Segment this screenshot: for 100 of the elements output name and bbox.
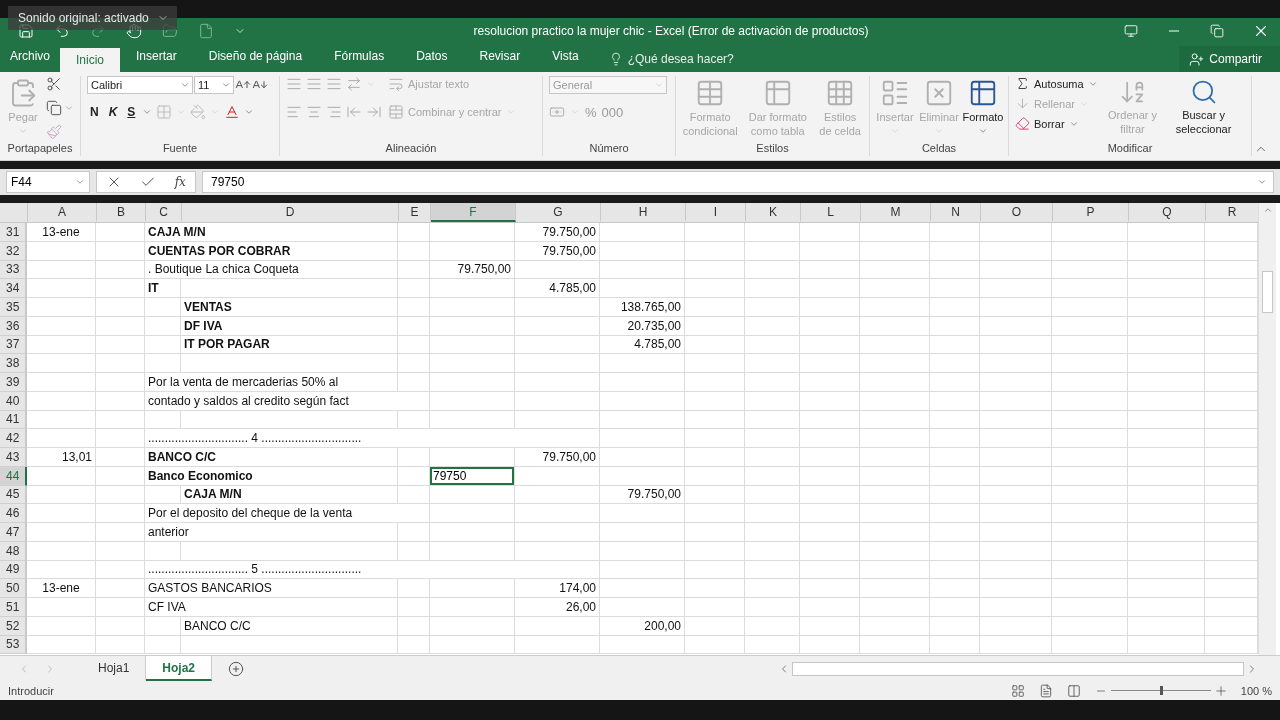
sheet-cell[interactable] [600, 279, 685, 298]
sheet-cell[interactable] [398, 260, 430, 280]
sheet-cell[interactable] [930, 260, 980, 280]
sheet-cell[interactable]: 20.735,00 [600, 316, 685, 336]
sheet-cell[interactable] [930, 523, 980, 542]
sheet-cell[interactable] [800, 410, 860, 430]
sheet-cell[interactable] [1052, 541, 1128, 561]
sheet-cell[interactable] [1128, 223, 1205, 242]
row-header[interactable]: 50 [0, 579, 27, 598]
sheet-cell[interactable] [515, 316, 600, 336]
sheet-cell[interactable] [1052, 560, 1128, 580]
sheet-cell[interactable] [930, 373, 980, 392]
sheet-cell[interactable] [96, 616, 145, 636]
sheet-cell[interactable]: anterior [145, 523, 398, 542]
sheet-cell[interactable] [980, 541, 1052, 561]
sheet-cell[interactable] [398, 485, 430, 505]
sheet-cell[interactable] [860, 523, 930, 542]
sheet-cell[interactable] [430, 635, 515, 655]
sheet-cell[interactable] [930, 391, 980, 411]
sheet-cell[interactable] [430, 223, 515, 242]
sheet-cell[interactable] [27, 354, 96, 373]
formula-input[interactable]: 79750 [202, 171, 1274, 193]
sheet-cell[interactable] [930, 354, 980, 373]
sheet-cell[interactable] [430, 298, 515, 317]
row-header[interactable]: 42 [0, 429, 27, 448]
sheet-cell[interactable] [1052, 241, 1128, 261]
sheet-cell[interactable] [860, 541, 930, 561]
sheet-cell[interactable] [800, 635, 860, 655]
sheet-cell[interactable] [930, 279, 980, 298]
sheet-cell[interactable] [745, 279, 800, 298]
sheet-cell[interactable] [685, 298, 745, 317]
audio-overlay[interactable]: Sonido original: activado [8, 6, 177, 30]
column-header[interactable]: M [861, 203, 931, 222]
sheet-cell[interactable] [181, 541, 398, 561]
sheet-cell[interactable] [860, 560, 930, 580]
sheet-cell[interactable] [600, 466, 685, 486]
sheet-cell[interactable] [1052, 598, 1128, 617]
sheet-cell[interactable] [685, 260, 745, 280]
sheet-cell[interactable] [1128, 635, 1205, 655]
sheet-cell[interactable] [181, 635, 398, 655]
sheet-cell[interactable] [96, 429, 145, 448]
sheet-cell[interactable] [745, 354, 800, 373]
ribbon-tab[interactable]: Archivo [0, 44, 60, 68]
sheet-cell[interactable] [1052, 298, 1128, 317]
sheet-cell[interactable] [145, 335, 181, 355]
share-button[interactable]: Compartir [1179, 46, 1280, 72]
sheet-cell[interactable] [430, 541, 515, 561]
sheet-cell[interactable]: CAJA M/N [181, 485, 398, 505]
sheet-cell[interactable] [745, 410, 800, 430]
sheet-cell[interactable] [430, 448, 515, 467]
sheet-cell[interactable] [930, 335, 980, 355]
sheet-cell[interactable] [980, 335, 1052, 355]
sheet-cell[interactable] [27, 391, 96, 411]
sheet-cell[interactable] [685, 616, 745, 636]
sheet-cell[interactable] [860, 391, 930, 411]
sheet-cell[interactable] [27, 260, 96, 280]
sheet-cell[interactable] [515, 335, 600, 355]
column-header[interactable]: G [516, 203, 601, 222]
sheet-cell[interactable] [430, 335, 515, 355]
sheet-cell[interactable]: IT POR PAGAR [181, 335, 398, 355]
sheet-cell[interactable] [430, 279, 515, 298]
sheet-cell[interactable] [930, 466, 980, 486]
sheet-cell[interactable] [860, 241, 930, 261]
sheet-cell[interactable] [1128, 335, 1205, 355]
sheet-cell[interactable] [860, 316, 930, 336]
sheet-cell[interactable] [1052, 635, 1128, 655]
sheet-cell[interactable] [27, 541, 96, 561]
sheet-cell[interactable] [685, 373, 745, 392]
sheet-cell[interactable] [600, 635, 685, 655]
align-center-icon[interactable] [306, 104, 322, 120]
sheet-cell[interactable] [745, 598, 800, 617]
sheet-cell[interactable] [1052, 354, 1128, 373]
sheet-cell[interactable] [800, 241, 860, 261]
sheet-cell[interactable] [430, 354, 515, 373]
sheet-cell[interactable] [860, 635, 930, 655]
sheet-cell[interactable] [860, 579, 930, 598]
sheet-cell[interactable] [145, 485, 181, 505]
sheet-cell[interactable] [27, 335, 96, 355]
borders-icon[interactable] [156, 104, 173, 120]
sheet-cell[interactable] [860, 260, 930, 280]
sheet-cell[interactable]: 79.750,00 [515, 448, 600, 467]
row-header[interactable]: 47 [0, 523, 27, 542]
sheet-cell[interactable] [1128, 429, 1205, 448]
sheet-cell[interactable] [980, 523, 1052, 542]
sheet-cell[interactable] [1128, 579, 1205, 598]
sheet-cell[interactable] [685, 448, 745, 467]
sheet-cell[interactable] [800, 223, 860, 242]
underline-button[interactable]: S [124, 105, 139, 119]
sheet-cell[interactable] [860, 335, 930, 355]
sheet-cell[interactable] [860, 448, 930, 467]
sheet-cell[interactable] [930, 448, 980, 467]
sheet-cell[interactable] [430, 616, 515, 636]
sheet-cell[interactable] [27, 429, 96, 448]
normal-view-icon[interactable] [1010, 683, 1025, 698]
row-header[interactable]: 46 [0, 504, 27, 523]
sheet-cell[interactable] [745, 391, 800, 411]
sheet-cell[interactable] [685, 354, 745, 373]
sheet-cell[interactable] [398, 223, 430, 242]
cells-button[interactable]: Formato [964, 76, 1002, 136]
sheet-cell[interactable] [860, 410, 930, 430]
